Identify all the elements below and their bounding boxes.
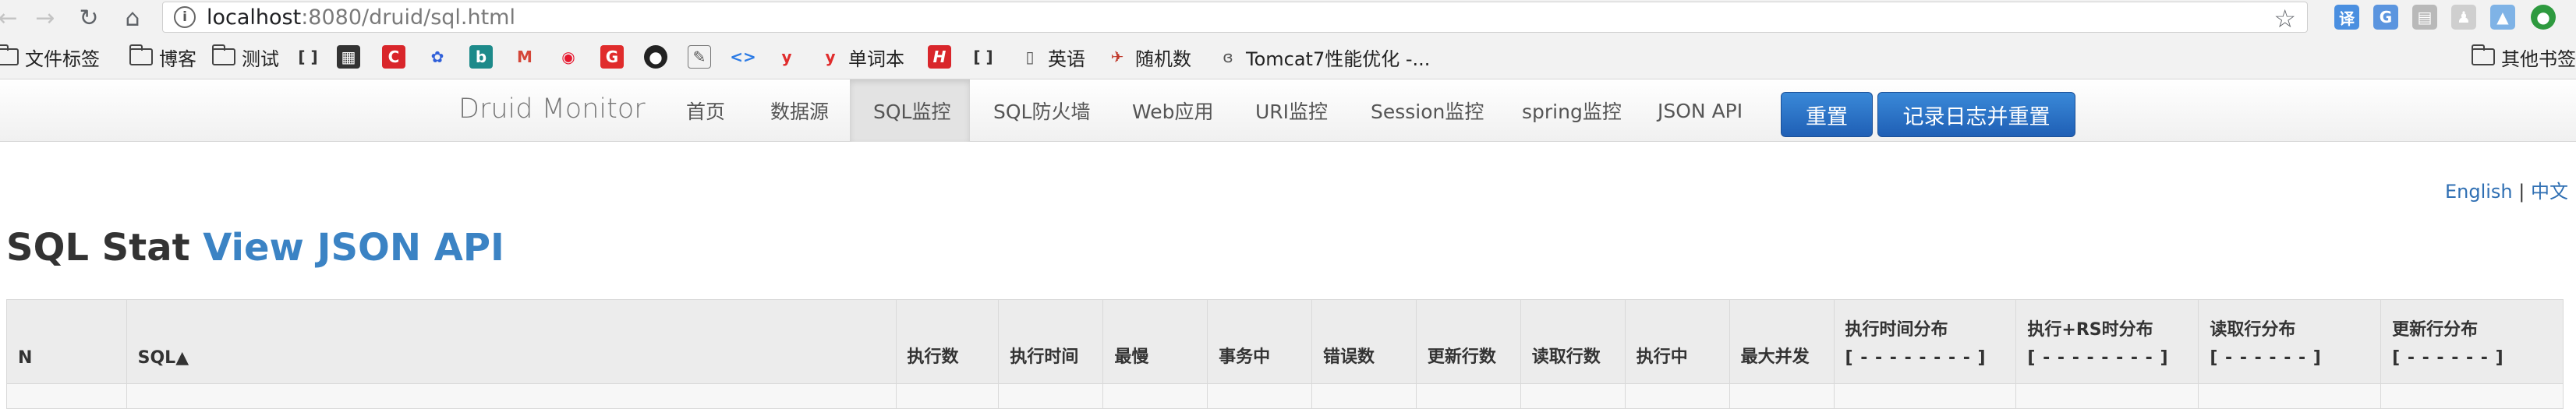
nav-sql-monitor[interactable]: SQL监控 — [850, 79, 970, 142]
reset-button[interactable]: 重置 — [1781, 92, 1873, 137]
people-extension-icon[interactable]: ♟ — [2451, 5, 2476, 30]
column-header[interactable]: 执行数 — [895, 299, 1000, 384]
reload-icon[interactable]: ↻ — [73, 2, 104, 33]
bookmark-folder-blog[interactable]: 博客 — [129, 44, 196, 70]
bookmark-wordbook[interactable]: y 单词本 — [819, 44, 904, 70]
nav-spring-monitor[interactable]: spring监控 — [1499, 79, 1645, 142]
nav-datasource[interactable]: 数据源 — [747, 79, 852, 142]
brand-title[interactable]: Druid Monitor — [458, 93, 646, 125]
youdao-icon: y — [825, 48, 836, 66]
nav-uri-monitor[interactable]: URI监控 — [1232, 79, 1351, 142]
nav-json-api[interactable]: JSON API — [1634, 79, 1766, 142]
green-extension-icon[interactable]: ● — [2531, 5, 2556, 30]
tomcat-icon: ɞ — [1223, 48, 1233, 66]
nav-session-monitor[interactable]: Session监控 — [1347, 79, 1507, 142]
column-header[interactable]: 执行+RS时分布[ - - - - - - - - ] — [2015, 299, 2199, 384]
bookmark-weibo-icon[interactable]: ◉ — [557, 44, 586, 70]
google-translate-icon[interactable]: G — [2373, 5, 2398, 30]
column-header[interactable]: 执行中 — [1624, 299, 1730, 384]
bookmark-other[interactable]: 其他书签 — [2472, 44, 2576, 70]
back-arrow-icon[interactable]: ← — [0, 2, 23, 33]
lang-separator: | — [2512, 181, 2531, 203]
folder-icon — [212, 44, 235, 65]
column-header[interactable]: 读取行数 — [1520, 299, 1626, 384]
nav-web-app[interactable]: Web应用 — [1109, 79, 1237, 142]
view-json-api-link[interactable]: View JSON API — [203, 226, 504, 270]
column-header[interactable]: 最大并发 — [1729, 299, 1835, 384]
image-extension-icon[interactable]: ▲ — [2490, 5, 2515, 30]
column-header[interactable]: 读取行分布[ - - - - - - ] — [2198, 299, 2382, 384]
bookmark-h-icon[interactable]: H — [928, 44, 957, 70]
table-header-row: N SQL▲ 执行数 执行时间 最慢 事务中 错误数 更新行数 读取行数 执行中… — [6, 299, 2564, 384]
language-switch: English | 中文 — [2445, 176, 2568, 203]
column-header[interactable]: 执行时间 — [998, 299, 1104, 384]
column-header[interactable]: 最慢 — [1102, 299, 1208, 384]
bookmark-github-icon[interactable]: ● — [644, 44, 674, 70]
page-title: SQL Stat View JSON API — [6, 226, 504, 270]
bookmark-random[interactable]: ✈ 随机数 — [1106, 44, 1191, 70]
bookmark-link-icon[interactable]: [ ] — [296, 44, 326, 70]
bookmark-code-icon[interactable]: <> — [730, 44, 761, 70]
info-icon[interactable]: i — [174, 6, 196, 28]
bookmark-bing-icon[interactable]: b — [469, 44, 499, 70]
bookmarks-bar: 文件标签 博客 测试 [ ] ▦ C ✿ b M ◉ G ● ✎ <> y y单… — [0, 36, 2576, 79]
bookmark-folder-files[interactable]: 文件标签 — [0, 44, 100, 70]
address-bar[interactable]: i localhost:8080/druid/sql.html ☆ — [162, 2, 2308, 33]
forward-arrow-icon[interactable]: → — [30, 2, 61, 33]
translate-extension-icon[interactable]: 译 — [2334, 5, 2359, 30]
browser-toolbar: ← → ↻ ⌂ i localhost:8080/druid/sql.html … — [0, 0, 2576, 36]
column-header[interactable]: 更新行数 — [1415, 299, 1521, 384]
page-icon: ▯ — [1025, 48, 1035, 66]
bookmark-picture-icon[interactable]: ✎ — [688, 44, 717, 70]
druid-navbar: Druid Monitor 首页 数据源 SQL监控 SQL防火墙 Web应用 … — [0, 79, 2576, 142]
bookmark-gmail-icon[interactable]: M — [513, 44, 543, 70]
random-icon: ✈ — [1110, 48, 1124, 66]
nav-sql-firewall[interactable]: SQL防火墙 — [970, 79, 1113, 142]
bookmark-star-icon[interactable]: ☆ — [2273, 4, 2296, 33]
nav-home[interactable]: 首页 — [663, 79, 748, 142]
column-header[interactable]: 更新行分布[ - - - - - - ] — [2380, 299, 2564, 384]
column-header[interactable]: SQL▲ — [126, 299, 897, 384]
bookmark-tomcat[interactable]: ɞ Tomcat7性能优化 -... — [1216, 44, 1430, 70]
bookmark-c-icon[interactable]: C — [382, 44, 412, 70]
folder-icon — [2472, 44, 2495, 65]
pdf-extension-icon[interactable]: ▤ — [2412, 5, 2437, 30]
log-and-reset-button[interactable]: 记录日志并重置 — [1877, 92, 2075, 137]
url-text: localhost:8080/druid/sql.html — [207, 5, 515, 30]
home-icon[interactable]: ⌂ — [117, 2, 148, 33]
sql-stat-table: N SQL▲ 执行数 执行时间 最慢 事务中 错误数 更新行数 读取行数 执行中… — [6, 299, 2564, 409]
lang-english-link[interactable]: English — [2445, 181, 2513, 203]
column-header[interactable]: 事务中 — [1207, 299, 1312, 384]
bookmark-g-icon[interactable]: G — [600, 44, 630, 70]
column-header[interactable]: 错误数 — [1311, 299, 1417, 384]
column-header[interactable]: N — [6, 299, 127, 384]
bookmark-link2-icon[interactable]: [ ] — [971, 44, 1001, 70]
column-header[interactable]: 执行时间分布[ - - - - - - - - ] — [1833, 299, 2017, 384]
lang-chinese-link[interactable]: 中文 — [2531, 181, 2568, 203]
bookmark-youdao-icon[interactable]: y — [775, 44, 805, 70]
bookmark-english[interactable]: ▯ 英语 — [1018, 44, 1085, 70]
folder-icon — [0, 44, 19, 65]
bookmark-baidu-icon[interactable]: ✿ — [426, 44, 455, 70]
folder-icon — [129, 44, 153, 65]
bookmark-folder-test[interactable]: 测试 — [212, 44, 279, 70]
bookmark-qr-icon[interactable]: ▦ — [337, 44, 366, 70]
sql-stat-title: SQL Stat — [6, 226, 203, 270]
